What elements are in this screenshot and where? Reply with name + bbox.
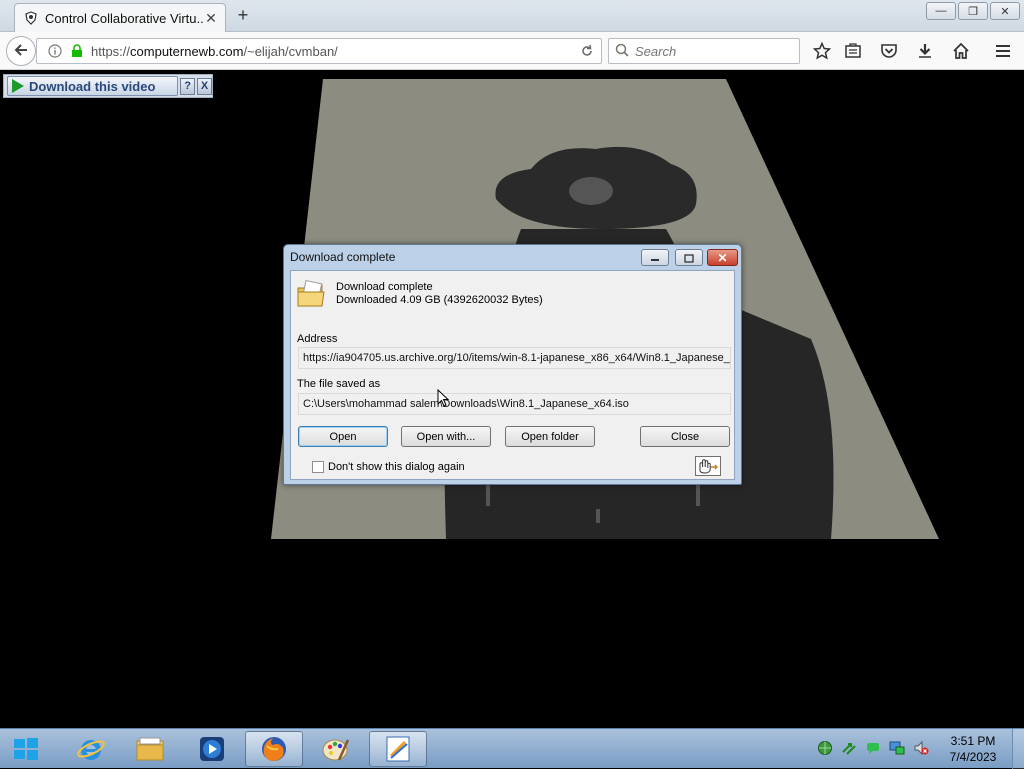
download-icon[interactable] (915, 41, 935, 61)
browser-tab[interactable]: Control Collaborative Virtu... ✕ (14, 3, 226, 32)
download-video-button[interactable]: Download this video (7, 76, 179, 96)
lock-icon (69, 43, 85, 59)
checkbox-box[interactable] (312, 461, 324, 473)
network-globe-icon[interactable] (816, 739, 834, 757)
security-favicon (23, 10, 39, 26)
media-player-icon[interactable] (183, 731, 241, 767)
url-bar[interactable]: https://computernewb.com/~elijah/cvmban/ (36, 38, 602, 64)
volume-muted-icon[interactable] (912, 739, 930, 757)
close-icon[interactable]: ✕ (203, 10, 219, 27)
close-toolbar-button[interactable]: X (197, 77, 213, 95)
tab-strip: Control Collaborative Virtu... ✕ + — ❐ ✕ (0, 0, 1024, 32)
hand-icon[interactable] (695, 456, 721, 476)
mouse-cursor-icon (437, 389, 449, 407)
help-button[interactable]: ? (180, 77, 196, 95)
dialog-close-button[interactable]: ✕ (707, 249, 738, 266)
minimize-button[interactable]: — (926, 2, 956, 20)
dialog-maximize-button[interactable] (675, 249, 703, 266)
restore-button[interactable]: ❐ (958, 2, 988, 20)
sync-arrows-icon[interactable] (840, 739, 858, 757)
windows-start-icon[interactable] (10, 734, 42, 764)
window-close-button[interactable]: ✕ (990, 2, 1020, 20)
dont-show-again-checkbox[interactable]: Don't show this dialog again (312, 461, 465, 473)
window-controls: — ❐ ✕ (926, 2, 1020, 20)
close-button[interactable]: Close (640, 426, 730, 447)
explorer-icon[interactable] (121, 731, 179, 767)
home-icon[interactable] (951, 41, 971, 61)
url-host: computernewb.com (130, 43, 244, 59)
address-label: Address (297, 333, 338, 345)
firefox-icon[interactable] (245, 731, 303, 767)
download-manager-icon[interactable] (369, 731, 427, 767)
address-field[interactable]: https://ia904705.us.archive.org/10/items… (298, 347, 731, 369)
info-icon[interactable] (47, 43, 63, 59)
pocket-icon[interactable] (879, 41, 899, 61)
clock-date: 7/4/2023 (949, 750, 997, 764)
taskbar: 3:51 PM 7/4/2023 (0, 728, 1024, 769)
checkbox-label: Don't show this dialog again (328, 461, 465, 473)
saved-as-label: The file saved as (297, 378, 381, 390)
tab-title: Control Collaborative Virtu... (45, 10, 203, 26)
dialog-minimize-button[interactable] (641, 249, 669, 266)
search-icon (615, 43, 629, 60)
ie-icon[interactable] (62, 731, 120, 767)
open-button[interactable]: Open (298, 426, 388, 447)
taskbar-clock[interactable]: 3:51 PM 7/4/2023 (940, 733, 1006, 765)
navigation-toolbar: https://computernewb.com/~elijah/cvmban/ (0, 32, 1024, 70)
reading-list-icon[interactable] (843, 41, 863, 61)
star-icon[interactable] (812, 41, 832, 61)
monitor-network-icon[interactable] (888, 739, 906, 757)
download-video-label: Download this video (29, 78, 156, 94)
open-with-button[interactable]: Open with... (401, 426, 491, 447)
folder-icon (296, 279, 328, 311)
download-complete-dialog: Download complete ✕ Download complete Do… (283, 244, 742, 485)
reload-icon[interactable] (579, 43, 595, 59)
video-download-toolbar: Download this video ? X (3, 74, 213, 98)
dialog-title: Download complete (290, 250, 396, 264)
menu-icon[interactable] (993, 41, 1013, 61)
dialog-body: Download complete Downloaded 4.09 GB (43… (290, 270, 735, 480)
search-box[interactable] (608, 38, 800, 64)
saved-as-field[interactable]: C:\Users\mohammad salem\Downloads\Win8.1… (298, 393, 731, 415)
url-text: https://computernewb.com/~elijah/cvmban/ (91, 44, 338, 59)
system-tray (816, 739, 930, 757)
dialog-heading: Download complete (336, 281, 433, 293)
url-scheme: https:// (91, 43, 131, 59)
chat-icon[interactable] (864, 739, 882, 757)
play-icon (12, 79, 24, 93)
open-folder-button[interactable]: Open folder (505, 426, 595, 447)
paint-icon[interactable] (307, 731, 365, 767)
url-path: /~elijah/cvmban/ (243, 43, 338, 59)
downloaded-size: Downloaded 4.09 GB (4392620032 Bytes) (336, 294, 543, 306)
back-button[interactable] (6, 36, 36, 66)
search-input[interactable] (635, 43, 785, 59)
back-arrow-icon (13, 42, 29, 61)
plus-icon[interactable]: + (234, 6, 252, 24)
clock-time: 3:51 PM (950, 734, 996, 748)
show-desktop-button[interactable] (1012, 729, 1024, 769)
